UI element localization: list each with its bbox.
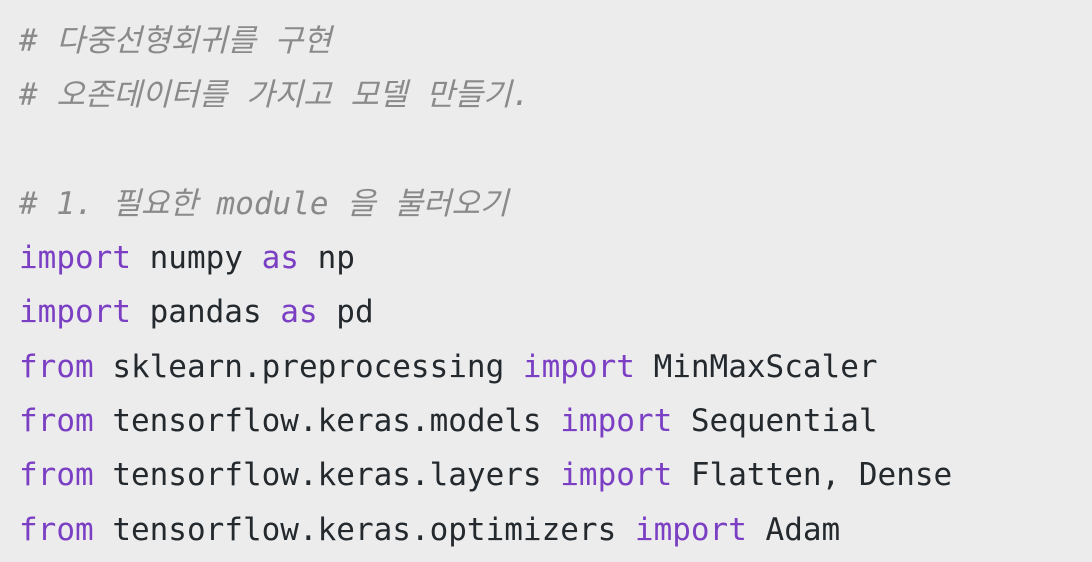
module-name: pandas — [130, 294, 281, 331]
imported-names: MinMaxScaler — [634, 348, 878, 385]
imported-names: Sequential — [672, 403, 878, 440]
keyword-from: from — [19, 403, 94, 440]
alias-name: pd — [317, 294, 374, 331]
code-comment: # 다중선형회귀를 구현 — [19, 23, 332, 59]
code-block: # 다중선형회귀를 구현 # 오존데이터를 가지고 모델 만들기. # 1. 필… — [0, 0, 1092, 562]
module-name: numpy — [130, 240, 262, 277]
keyword-from: from — [19, 511, 94, 548]
code-line-from-sklearn: from sklearn.preprocessing import MinMax… — [19, 340, 1092, 394]
keyword-as: as — [261, 240, 299, 277]
keyword-import: import — [19, 294, 131, 331]
keyword-import: import — [560, 457, 673, 494]
code-line-from-layers: from tensorflow.keras.layers import Flat… — [19, 448, 1092, 502]
keyword-from: from — [19, 457, 94, 494]
code-line-from-optimizers: from tensorflow.keras.optimizers import … — [19, 503, 1092, 557]
keyword-import: import — [522, 348, 635, 385]
keyword-as: as — [280, 294, 318, 331]
alias-name: np — [298, 240, 355, 277]
keyword-from: from — [19, 348, 94, 385]
code-line-comment-2: # 오존데이터를 가지고 모델 만들기. — [19, 68, 1092, 122]
module-path: tensorflow.keras.models — [93, 403, 561, 440]
code-line-import-numpy: import numpy as np — [19, 231, 1092, 285]
keyword-import: import — [19, 240, 131, 277]
code-line-import-pandas: import pandas as pd — [19, 285, 1092, 339]
module-path: tensorflow.keras.optimizers — [93, 511, 635, 548]
imported-names: Flatten, Dense — [672, 457, 953, 494]
module-path: tensorflow.keras.layers — [93, 457, 561, 494]
imported-names: Adam — [746, 511, 841, 548]
keyword-import: import — [634, 511, 747, 548]
code-comment: # 1. 필요한 module 을 불러오기 — [19, 185, 509, 222]
keyword-import: import — [560, 403, 673, 440]
code-line-from-models: from tensorflow.keras.models import Sequ… — [19, 394, 1092, 448]
code-comment: # 오존데이터를 가지고 모델 만들기. — [19, 77, 531, 114]
code-line-comment-1: # 다중선형회귀를 구현 — [19, 14, 1092, 68]
code-line-comment-3: # 1. 필요한 module 을 불러오기 — [19, 177, 1092, 231]
module-path: sklearn.preprocessing — [93, 348, 523, 385]
